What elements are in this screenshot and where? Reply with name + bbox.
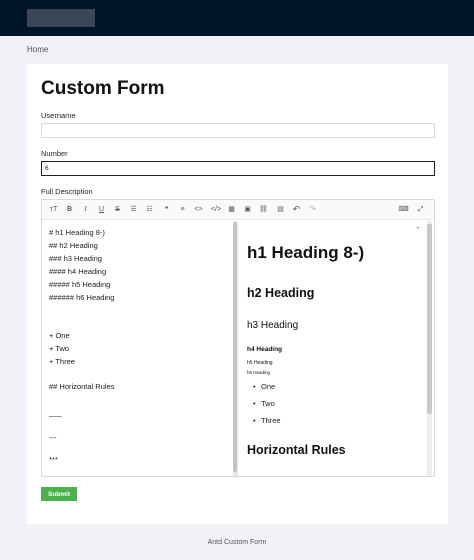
- source-line: ###### h6 Heading: [49, 293, 115, 302]
- source-line: + Three: [49, 357, 75, 366]
- strikethrough-icon[interactable]: S: [112, 204, 123, 215]
- logo[interactable]: [27, 9, 95, 27]
- source-line: ***: [49, 455, 58, 464]
- editor-toolbar: ᴛT B I U S ☰ ☷ ❝ ≡ <> </> ▦ ▣ ⛓ ▤ ↶ ↷ ⌨ …: [42, 200, 434, 220]
- page-title: Custom Form: [41, 78, 165, 99]
- source-line: + Two: [49, 344, 70, 353]
- description-label: Full Description: [41, 187, 93, 196]
- source-line: ##### h5 Heading: [49, 280, 111, 289]
- image-icon[interactable]: ▣: [242, 204, 253, 215]
- username-input[interactable]: [41, 123, 435, 138]
- preview-h2: h2 Heading: [247, 286, 315, 300]
- preview-list-item: Two: [253, 399, 275, 408]
- heading-icon[interactable]: ᴛT: [48, 204, 59, 215]
- redo-icon[interactable]: ↷: [307, 204, 318, 215]
- code-block-icon[interactable]: </>: [209, 204, 223, 215]
- hr-icon[interactable]: ≡: [177, 204, 188, 215]
- quote-icon[interactable]: ❝: [161, 204, 172, 215]
- unordered-list-icon[interactable]: ☰: [128, 204, 139, 215]
- preview-h6: h6 Heading: [247, 370, 271, 375]
- bold-icon[interactable]: B: [64, 204, 75, 215]
- preview-list-item: One: [253, 382, 275, 391]
- preview-h4: h4 Heading: [247, 346, 283, 353]
- breadcrumb[interactable]: Home: [27, 45, 48, 54]
- preview-scrollbar-thumb[interactable]: [427, 224, 432, 414]
- link-icon[interactable]: ⛓: [258, 204, 269, 215]
- submit-button[interactable]: Submit: [41, 487, 77, 501]
- source-line: #### h4 Heading: [49, 267, 107, 276]
- markdown-editor[interactable]: ᴛT B I U S ☰ ☷ ❝ ≡ <> </> ▦ ▣ ⛓ ▤ ↶ ↷ ⌨ …: [41, 199, 435, 477]
- source-line: ### h3 Heading: [49, 254, 102, 263]
- source-line: ## h2 Heading: [49, 241, 98, 250]
- undo-icon[interactable]: ↶: [291, 204, 302, 215]
- source-line: ___: [49, 408, 62, 417]
- preview-h2-rules: Horizontal Rules: [247, 443, 346, 457]
- code-icon[interactable]: <>: [193, 204, 204, 215]
- preview-h3: h3 Heading: [247, 320, 299, 331]
- preview-h1: h1 Heading 8-): [247, 243, 365, 262]
- source-line: # h1 Heading 8-): [49, 228, 105, 237]
- fullscreen-icon[interactable]: ⤢: [415, 204, 426, 215]
- table-icon[interactable]: ▦: [226, 204, 237, 215]
- username-label: Username: [41, 111, 76, 120]
- source-line: + One: [49, 331, 70, 340]
- ordered-list-icon[interactable]: ☷: [144, 204, 155, 215]
- italic-icon[interactable]: I: [80, 204, 91, 215]
- keyboard-icon[interactable]: ⌨: [398, 204, 409, 215]
- chevron-up-icon[interactable]: ⌃: [415, 226, 421, 234]
- source-line: ---: [49, 433, 57, 442]
- footer-text: Antd Custom Form: [207, 539, 267, 546]
- preview-h5: h5 Heading: [247, 360, 273, 366]
- clipboard-icon[interactable]: ▤: [275, 204, 286, 215]
- source-line: ## Horizontal Rules: [49, 382, 115, 391]
- form-card: Custom Form Username Number 6 Full Descr…: [27, 64, 448, 524]
- markdown-preview-pane: h1 Heading 8-) h2 Heading h3 Heading h4 …: [238, 221, 428, 476]
- underline-icon[interactable]: U: [96, 204, 107, 215]
- number-input[interactable]: 6: [41, 161, 435, 176]
- top-navbar: [0, 0, 474, 36]
- preview-list-item: Three: [253, 416, 280, 425]
- markdown-source-pane[interactable]: # h1 Heading 8-) ## h2 Heading ### h3 He…: [42, 221, 232, 476]
- number-label: Number: [41, 149, 68, 158]
